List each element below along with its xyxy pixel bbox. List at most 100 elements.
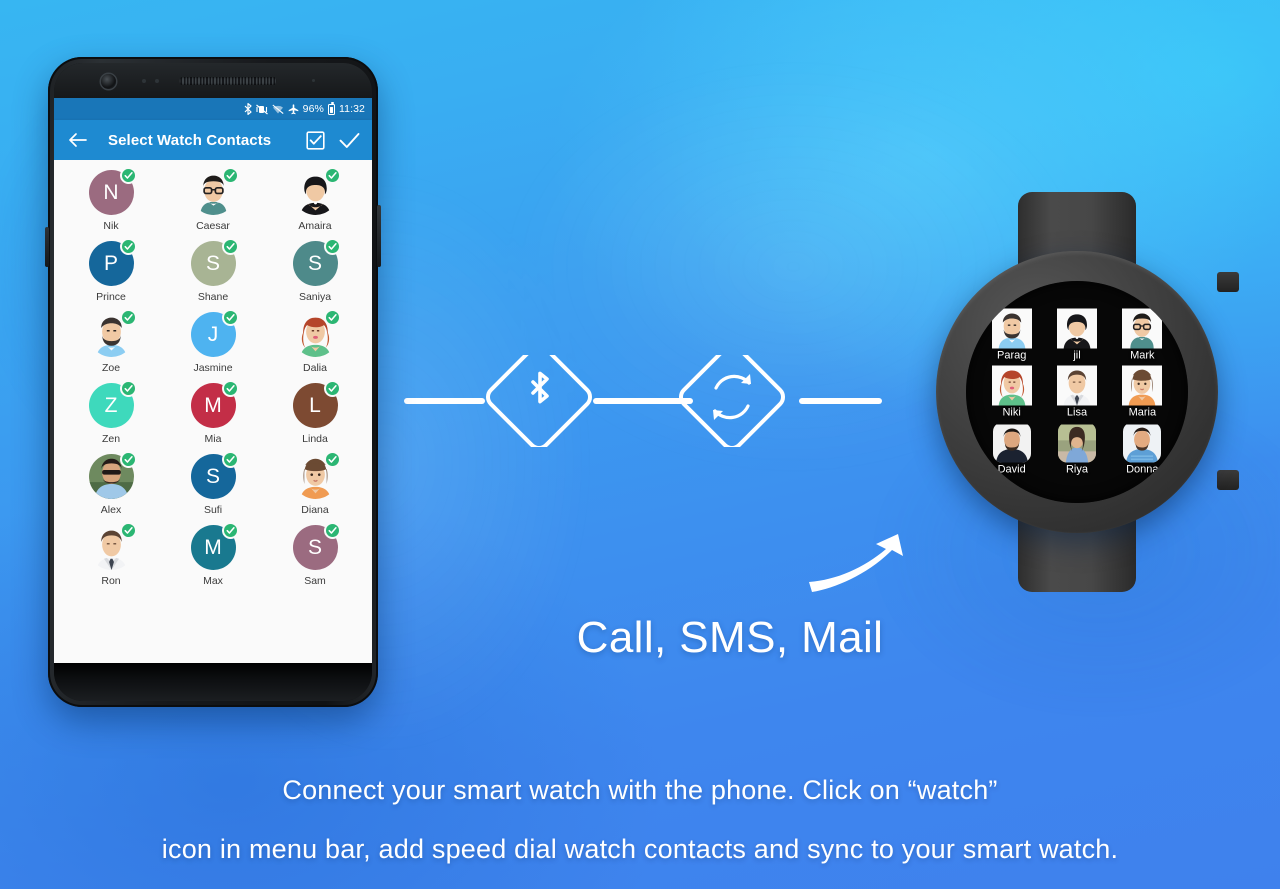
selected-check-badge-icon[interactable]: [221, 451, 239, 468]
watch-contact-item[interactable]: Mark: [1110, 308, 1175, 362]
contact-item[interactable]: Diana: [264, 451, 366, 525]
selected-check-badge-icon[interactable]: [323, 522, 341, 539]
contact-name: Saniya: [298, 291, 332, 303]
watch-contact-grid: Parag jil Mark Niki Lisa Maria David Riy…: [979, 308, 1175, 476]
watch-contact-avatar: [1056, 365, 1097, 406]
watch-button-bottom[interactable]: [1217, 470, 1239, 490]
contact-name: Dalia: [303, 362, 327, 374]
selected-check-badge-icon[interactable]: [221, 167, 239, 184]
selected-check-badge-icon[interactable]: [221, 522, 239, 539]
contact-item[interactable]: M Max: [162, 522, 264, 596]
notification-led-icon: [312, 79, 315, 82]
contact-item[interactable]: Amaira: [264, 167, 366, 241]
caption-block: Connect your smart watch with the phone.…: [0, 777, 1280, 863]
selected-check-badge-icon[interactable]: [119, 522, 137, 539]
watch-contact-avatar: [1123, 423, 1162, 463]
contact-item[interactable]: Zoe: [60, 309, 162, 383]
selected-check-badge-icon[interactable]: [119, 238, 137, 255]
selected-check-badge-icon[interactable]: [119, 309, 137, 326]
selected-check-badge-icon[interactable]: [119, 380, 137, 397]
contact-item[interactable]: M Mia: [162, 380, 264, 454]
contact-item[interactable]: Alex: [60, 451, 162, 525]
vibrate-off-icon: [255, 104, 268, 115]
contact-item[interactable]: S Saniya: [264, 238, 366, 312]
contact-grid: N Nik Caesar Amaira P Prince S Shane S Saniya Z…: [54, 160, 372, 663]
contact-name: Diana: [301, 504, 329, 516]
contact-item[interactable]: P Prince: [60, 238, 162, 312]
contact-name: Amaira: [298, 220, 332, 232]
watch-contact-item[interactable]: jil: [1044, 308, 1109, 362]
contact-item[interactable]: Caesar: [162, 167, 264, 241]
watch-contact-name: David: [997, 463, 1026, 476]
confirm-check-icon[interactable]: [338, 129, 360, 151]
contact-name: Mia: [204, 433, 222, 445]
front-camera-icon: [101, 74, 116, 89]
phone-power-button[interactable]: [45, 227, 49, 267]
watch-contact-avatar: [1056, 308, 1097, 349]
watch-screen: Parag jil Mark Niki Lisa Maria David Riy…: [966, 281, 1188, 503]
selected-check-badge-icon[interactable]: [119, 451, 137, 468]
selected-check-badge-icon[interactable]: [323, 238, 341, 255]
smartwatch-device: Parag jil Mark Niki Lisa Maria David Riy…: [916, 192, 1239, 592]
watch-contact-avatar: [992, 423, 1031, 463]
caption-line-1: Connect your smart watch with the phone.…: [282, 775, 998, 805]
select-all-checkbox-icon[interactable]: [304, 129, 326, 151]
back-arrow-icon[interactable]: [66, 129, 88, 151]
watch-button-top[interactable]: [1217, 272, 1239, 292]
status-bar: 96% 11:32: [54, 98, 372, 120]
contact-name: Shane: [197, 291, 229, 303]
watch-contact-name: jil: [1073, 349, 1081, 362]
watch-contact-item[interactable]: Donna: [1110, 423, 1175, 476]
selected-check-badge-icon[interactable]: [221, 380, 239, 397]
sync-node: [678, 343, 786, 451]
phone-volume-button[interactable]: [377, 205, 381, 267]
app-toolbar: Select Watch Contacts: [54, 120, 372, 160]
contact-item[interactable]: L Linda: [264, 380, 366, 454]
light-sensor-icon: [155, 79, 159, 83]
contact-name: Sam: [304, 575, 326, 587]
airplane-mode-icon: [288, 103, 299, 115]
contact-name: Linda: [302, 433, 328, 445]
contact-item[interactable]: J Jasmine: [162, 309, 264, 383]
watch-contact-item[interactable]: David: [979, 423, 1044, 476]
watch-contact-name: Riya: [1065, 463, 1088, 476]
phone-screen: 96% 11:32 Select Watch Contacts N Nik Ca…: [54, 98, 372, 663]
contact-item[interactable]: Ron: [60, 522, 162, 596]
watch-contact-item[interactable]: Niki: [979, 365, 1044, 419]
phone-bottom-bezel: [54, 663, 372, 701]
contact-name: Nik: [103, 220, 119, 232]
watch-contact-item[interactable]: Parag: [979, 308, 1044, 362]
selected-check-badge-icon[interactable]: [323, 309, 341, 326]
watch-contact-item[interactable]: Maria: [1110, 365, 1175, 419]
contact-name: Ron: [101, 575, 121, 587]
watch-contact-avatar: [1122, 365, 1163, 406]
watch-contact-name: Mark: [1130, 349, 1155, 362]
watch-contact-name: Lisa: [1066, 406, 1088, 419]
contact-name: Jasmine: [193, 362, 233, 374]
watch-contact-avatar: [1057, 423, 1096, 463]
watch-contact-name: Parag: [996, 349, 1027, 362]
bluetooth-icon: [244, 103, 252, 115]
selected-check-badge-icon[interactable]: [221, 238, 239, 255]
watch-contact-item[interactable]: Lisa: [1044, 365, 1109, 419]
selected-check-badge-icon[interactable]: [119, 167, 137, 184]
proximity-sensor-icon: [142, 79, 146, 83]
contact-item[interactable]: Z Zen: [60, 380, 162, 454]
selected-check-badge-icon[interactable]: [221, 309, 239, 326]
contact-item[interactable]: N Nik: [60, 167, 162, 241]
page-title: Select Watch Contacts: [108, 131, 272, 149]
battery-icon: [328, 101, 335, 115]
selected-check-badge-icon[interactable]: [323, 167, 341, 184]
watch-contact-item[interactable]: Riya: [1044, 423, 1109, 476]
contact-item[interactable]: S Sufi: [162, 451, 264, 525]
selected-check-badge-icon[interactable]: [323, 451, 341, 468]
watch-contact-avatar: [1122, 308, 1163, 349]
contact-item[interactable]: S Shane: [162, 238, 264, 312]
wifi-off-icon: [272, 104, 284, 115]
clock-label: 11:32: [339, 103, 365, 115]
contact-item[interactable]: Dalia: [264, 309, 366, 383]
selected-check-badge-icon[interactable]: [323, 380, 341, 397]
contact-name: Max: [203, 575, 223, 587]
contact-name: Sufi: [203, 504, 223, 516]
contact-item[interactable]: S Sam: [264, 522, 366, 596]
